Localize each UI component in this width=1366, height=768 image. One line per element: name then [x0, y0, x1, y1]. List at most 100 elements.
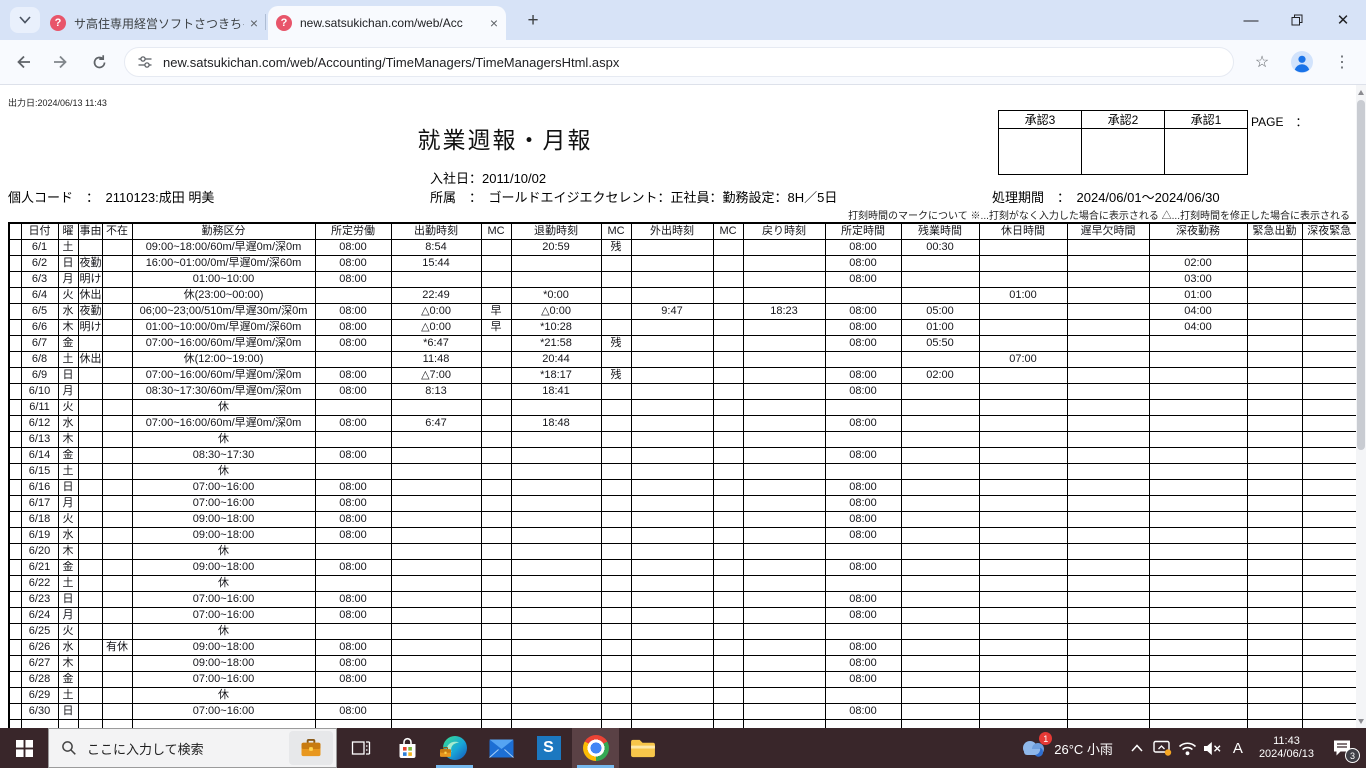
table-cell [1066, 703, 1150, 720]
url-bar[interactable]: new.satsukichan.com/web/Accounting/TimeM… [124, 47, 1234, 77]
row-lead-cell [8, 639, 22, 656]
profile-avatar[interactable] [1286, 46, 1318, 78]
wifi-tray-icon[interactable] [1175, 728, 1200, 768]
table-cell [480, 559, 512, 576]
table-cell [600, 543, 632, 560]
table-row: 6/19 水 09:00~18:00 08:00 08:00 [8, 527, 1356, 544]
table-cell: 木 [57, 655, 79, 672]
ime-mode-indicator[interactable]: A [1225, 740, 1251, 757]
table-cell [1301, 399, 1356, 416]
taskbar-app-mail[interactable] [478, 728, 525, 768]
back-button[interactable] [8, 47, 38, 77]
table-row: 6/3 月明け 01:00~10:00 08:00 08:00 03:00 [8, 271, 1356, 288]
approval-header: 承認3 [998, 110, 1082, 129]
table-cell [390, 639, 482, 656]
table-cell [1148, 687, 1248, 704]
close-button[interactable]: ✕ [1320, 0, 1366, 40]
scroll-up-arrow[interactable] [1356, 85, 1366, 99]
table-cell: 08:00 [314, 271, 392, 288]
taskbar-app-edge[interactable] [431, 728, 478, 768]
table-cell [1148, 671, 1248, 688]
table-cell [1246, 495, 1303, 512]
scroll-down-arrow[interactable] [1356, 714, 1366, 728]
action-center-button[interactable]: 3 [1322, 728, 1362, 768]
taskbar-clock[interactable]: 11:43 2024/06/13 [1259, 735, 1314, 761]
weather-widget[interactable]: 1 26°C 小雨 [1018, 732, 1113, 760]
hidden-icons-chevron[interactable] [1125, 728, 1150, 768]
table-cell [1246, 367, 1303, 384]
table-cell: 6/25 [20, 623, 59, 640]
tab-close-icon[interactable]: × [250, 15, 258, 31]
table-cell: 日 [57, 703, 79, 720]
table-cell [1246, 687, 1303, 704]
column-header: 勤務区分 [131, 222, 316, 240]
table-cell [1148, 623, 1248, 640]
table-cell [712, 591, 744, 608]
table-cell: 休 [131, 543, 316, 560]
table-cell [480, 655, 512, 672]
table-cell [1301, 655, 1356, 672]
task-view-button[interactable] [337, 728, 384, 768]
table-cell: 15:44 [390, 255, 482, 272]
table-row: 6/7 金 07:00~16:00/60m/早遅0m/深0m 08:00 *6:47 *2… [8, 335, 1356, 352]
minimize-button[interactable]: — [1228, 0, 1274, 40]
display-cast-tray-icon[interactable] [1150, 728, 1175, 768]
vertical-scrollbar[interactable] [1356, 85, 1366, 728]
table-cell [1246, 543, 1303, 560]
tab-satsukichan[interactable]: ? サ高住専用経営ソフトさつきちゃん × [42, 6, 266, 40]
taskbar-app-s[interactable]: S [525, 728, 572, 768]
restore-button[interactable] [1274, 0, 1320, 40]
table-cell: 02:00 [1148, 255, 1248, 272]
tab-search-button[interactable] [10, 7, 40, 33]
table-cell: △0:00 [390, 303, 482, 320]
table-cell [900, 559, 980, 576]
table-cell [510, 479, 602, 496]
table-cell [742, 255, 826, 272]
row-lead-cell [8, 623, 22, 640]
table-cell [101, 543, 133, 560]
table-cell: 6/6 [20, 319, 59, 336]
taskbar-search-input[interactable]: ここに入力して検索 [48, 728, 337, 768]
table-cell: 07:00~16:00/60m/早遅0m/深0m [131, 415, 316, 432]
menu-kebab-icon[interactable]: ⋮ [1326, 46, 1358, 78]
table-cell [77, 607, 103, 624]
scrollbar-thumb[interactable] [1357, 100, 1365, 450]
table-cell [600, 703, 632, 720]
table-cell [1066, 511, 1150, 528]
tab-close-icon[interactable]: × [490, 15, 498, 31]
table-cell [742, 623, 826, 640]
work-briefcase-button[interactable] [289, 731, 333, 765]
file-explorer-icon [630, 739, 655, 757]
approval-stamp-row [998, 128, 1248, 175]
new-tab-button[interactable]: + [520, 8, 546, 34]
table-row: 6/4 火休出 休(23:00~00:00) 22:49 *0:00 01:00 01:00 [8, 287, 1356, 304]
taskbar-app-chrome[interactable] [572, 728, 619, 768]
table-cell [1066, 495, 1150, 512]
table-cell [742, 479, 826, 496]
table-cell [131, 719, 316, 728]
forward-button[interactable] [46, 47, 76, 77]
table-cell [824, 575, 902, 592]
table-cell [1066, 527, 1150, 544]
taskbar-app-store[interactable] [384, 728, 431, 768]
table-cell [978, 239, 1068, 256]
start-button[interactable] [0, 728, 48, 768]
bookmark-star-icon[interactable]: ☆ [1246, 46, 1278, 78]
row-lead-cell [8, 399, 22, 416]
table-cell: 6/20 [20, 543, 59, 560]
tab-timemanagers[interactable]: ? new.satsukichan.com/web/Acc × [268, 6, 506, 40]
volume-muted-tray-icon[interactable] [1200, 728, 1225, 768]
table-cell [630, 319, 714, 336]
table-cell: 08:00 [314, 367, 392, 384]
table-cell [1246, 511, 1303, 528]
table-cell [1301, 703, 1356, 720]
table-cell [742, 527, 826, 544]
hire-date: 入社日：2011/10/02 [430, 171, 547, 186]
table-cell [314, 719, 392, 728]
table-cell [600, 639, 632, 656]
table-cell [1246, 399, 1303, 416]
reload-button[interactable] [84, 47, 114, 77]
personal-code: 個人コード ： 2110123:成田 明美 [8, 190, 215, 205]
taskbar-app-file-explorer[interactable] [619, 728, 666, 768]
table-cell: 日 [57, 255, 79, 272]
